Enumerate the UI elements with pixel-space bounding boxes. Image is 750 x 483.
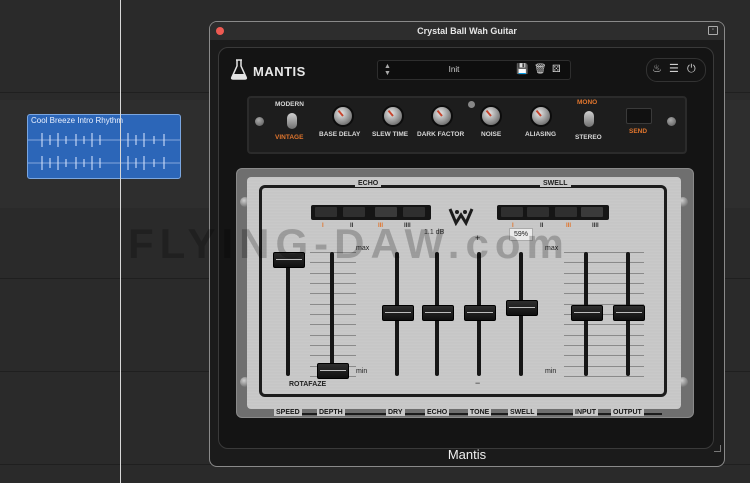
rotafaze-label: ROTAFAZE <box>289 381 327 388</box>
min-label: min <box>356 368 368 375</box>
echo-section-label: ECHO <box>355 180 382 187</box>
window-footer-title: Mantis <box>447 447 487 462</box>
fader-panel: ECHO SWELL I II III IIII I II III IIII 1… <box>247 177 681 416</box>
strip-screw-left <box>255 117 264 126</box>
fader-scale-line <box>564 345 644 346</box>
swell-mode-selector[interactable] <box>497 205 609 220</box>
send-label: SEND <box>629 128 648 135</box>
swell-label: SWELL <box>508 409 537 416</box>
playhead[interactable] <box>120 0 121 483</box>
dry-label: DRY <box>386 409 405 416</box>
swell-mode-4[interactable] <box>581 207 603 217</box>
depth-fader-track[interactable] <box>330 252 334 376</box>
send-button[interactable] <box>626 108 652 124</box>
echo-label: ECHO <box>425 409 450 416</box>
mono-label: MONO <box>577 99 598 106</box>
echo-fader-handle[interactable] <box>422 304 454 321</box>
modern-vintage-toggle[interactable] <box>287 113 297 129</box>
brand-name: MANTIS <box>253 64 306 79</box>
menu-icon[interactable]: ☰ <box>669 63 679 75</box>
noise-label: NOISE <box>481 131 502 138</box>
trash-icon[interactable]: 🗑 <box>534 65 547 75</box>
control-strip: MODERN VINTAGE BASE DELAY SLEW TIME DARK… <box>247 96 687 154</box>
input-fader-handle[interactable] <box>571 304 603 321</box>
echo-mode-3[interactable] <box>375 207 397 217</box>
output-fader-handle[interactable] <box>613 304 645 321</box>
stereo-label: STEREO <box>575 134 602 141</box>
flask-icon <box>230 59 248 80</box>
echo-mode-selector[interactable] <box>311 205 431 220</box>
aliasing-knob[interactable] <box>532 107 550 125</box>
dry-fader-handle[interactable] <box>382 304 414 321</box>
swell-mode-1[interactable] <box>501 207 523 217</box>
window-title: Crystal Ball Wah Guitar <box>417 26 517 36</box>
echo-mode-1[interactable] <box>315 207 337 217</box>
fader-scale-line <box>564 283 644 284</box>
aliasing-label: ALIASING <box>525 131 557 138</box>
swell-mode-3[interactable] <box>555 207 577 217</box>
depth-fader-handle[interactable] <box>317 362 349 379</box>
fader-scale-line <box>564 252 644 253</box>
min-label: min <box>545 368 557 375</box>
swell-section-label: SWELL <box>540 180 571 187</box>
power-icon[interactable]: ⏻ <box>687 63 696 75</box>
region-title: Cool Breeze Intro Rhythm <box>31 116 124 125</box>
watermark-text: FLYING-DAW.com <box>128 220 570 267</box>
minus-label: − <box>475 378 481 388</box>
swell-mode-2[interactable] <box>527 207 549 217</box>
fader-scale-line <box>564 324 644 326</box>
dark-factor-knob[interactable] <box>433 107 451 125</box>
noise-knob[interactable] <box>482 107 500 125</box>
output-label: OUTPUT <box>611 409 644 416</box>
bell-icon[interactable]: ♨ <box>652 63 662 75</box>
dark-factor-label: DARK FACTOR <box>417 131 465 138</box>
modern-label: MODERN <box>275 101 304 108</box>
fader-scale-line <box>564 376 644 377</box>
slew-time-knob[interactable] <box>384 107 402 125</box>
speed-label: SPEED <box>274 409 302 416</box>
audio-region[interactable]: Cool Breeze Intro Rhythm <box>27 114 181 179</box>
header-tools: ♨ ☰ ⏻ <box>646 58 706 82</box>
dice-icon[interactable]: ⚄ <box>552 65 561 75</box>
tone-fader-handle[interactable] <box>464 304 496 321</box>
swell-fader-handle[interactable] <box>506 299 538 316</box>
save-icon[interactable]: 💾 <box>516 65 528 75</box>
mono-stereo-toggle[interactable] <box>584 111 594 127</box>
region-waveform <box>28 133 180 170</box>
expand-icon[interactable]: ▫ <box>708 26 718 35</box>
depth-label: DEPTH <box>317 409 345 416</box>
fader-panel-frame: ECHO SWELL I II III IIII I II III IIII 1… <box>236 168 694 418</box>
slew-time-label: SLEW TIME <box>372 131 409 138</box>
preset-name: Init <box>448 65 460 74</box>
window-titlebar[interactable]: Crystal Ball Wah Guitar ▫ <box>210 22 724 40</box>
fader-area: ECHO SWELL I II III IIII I II III IIII 1… <box>259 180 667 416</box>
preset-selector[interactable]: ▲ ▼ Init 💾 🗑 ⚄ <box>377 60 571 80</box>
vintage-label: VINTAGE <box>275 134 304 141</box>
fader-scale-line <box>564 293 644 295</box>
fader-scale-line <box>564 334 644 336</box>
plugin-header: MANTIS ▲ ▼ Init 💾 🗑 ⚄ ♨ ☰ ⏻ <box>219 48 713 88</box>
base-delay-label: BASE DELAY <box>319 131 361 138</box>
fader-scale-line <box>564 262 644 264</box>
base-delay-knob[interactable] <box>334 107 352 125</box>
fader-scale-line <box>564 355 644 357</box>
echo-mode-2[interactable] <box>343 207 365 217</box>
status-led <box>468 101 475 108</box>
input-label: INPUT <box>573 409 598 416</box>
fader-scale-line <box>564 365 644 367</box>
strip-screw-right <box>667 117 676 126</box>
tone-label: TONE <box>468 409 492 416</box>
swell-tick-4: IIII <box>592 223 599 229</box>
speed-fader-track[interactable] <box>286 252 290 376</box>
echo-mode-4[interactable] <box>403 207 425 217</box>
fader-scale-line <box>564 272 644 274</box>
